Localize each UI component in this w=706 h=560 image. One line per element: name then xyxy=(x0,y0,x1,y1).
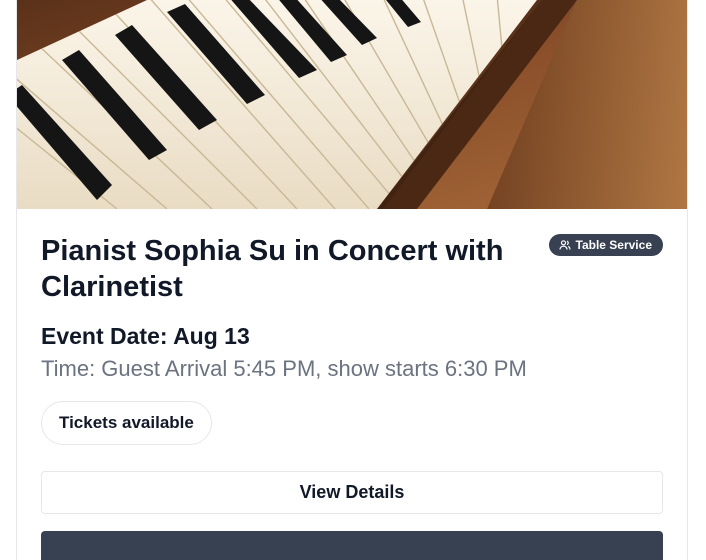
event-date: Event Date: Aug 13 xyxy=(41,323,250,349)
primary-action-button[interactable] xyxy=(41,531,663,560)
tickets-available-pill: Tickets available xyxy=(41,401,212,445)
event-title: Pianist Sophia Su in Concert with Clarin… xyxy=(41,235,504,303)
view-details-button[interactable]: View Details xyxy=(41,471,663,514)
piano-keys-photo xyxy=(17,0,687,209)
event-time: Time: Guest Arrival 5:45 PM, show starts… xyxy=(41,356,527,381)
badge-label: Table Service xyxy=(575,238,653,252)
table-service-badge: Table Service xyxy=(548,234,663,256)
users-icon xyxy=(558,239,571,251)
event-card: Pianist Sophia Su in Concert with Clarin… xyxy=(16,0,688,560)
